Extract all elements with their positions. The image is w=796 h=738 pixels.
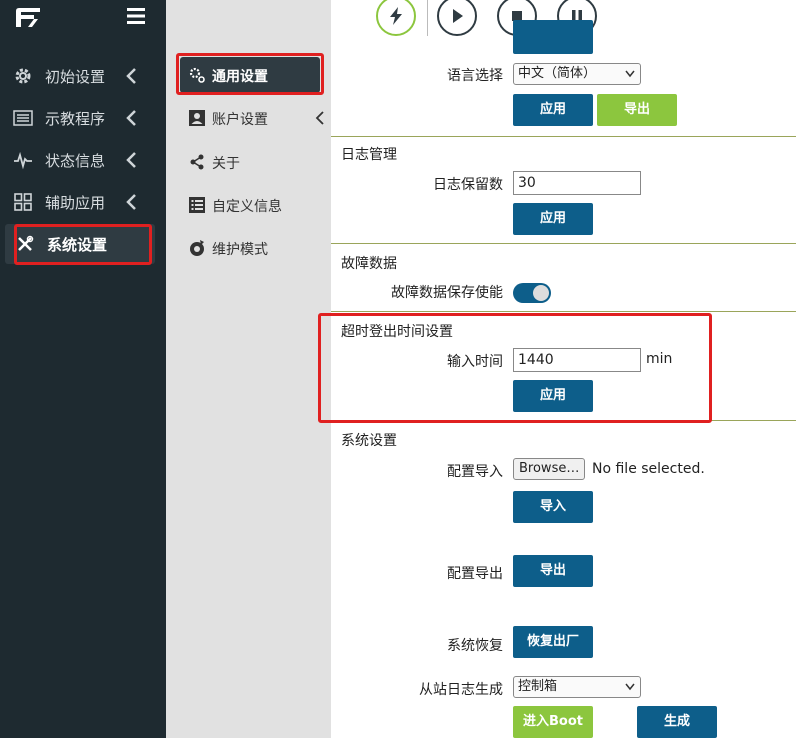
sidebar-item-label: 辅助应用 bbox=[45, 194, 106, 212]
chevron-down-icon bbox=[625, 683, 635, 691]
no-file-text: No file selected. bbox=[592, 461, 705, 477]
slave-log-selected-value: 控制箱 bbox=[518, 679, 558, 694]
subnav-item-general[interactable]: 通用设置 bbox=[180, 57, 320, 93]
divider bbox=[331, 243, 796, 244]
sidebar-item-teach-program[interactable]: 示教程序 bbox=[0, 98, 166, 138]
chevron-left-icon bbox=[126, 68, 136, 84]
language-label: 语言选择 bbox=[447, 68, 503, 84]
list-icon bbox=[13, 110, 33, 126]
chevron-left-icon bbox=[315, 111, 324, 125]
language-selected-value: 中文（简体） bbox=[518, 66, 597, 81]
language-export-button[interactable]: 导出 bbox=[597, 94, 677, 126]
generate-button[interactable]: 生成 bbox=[637, 706, 717, 738]
subnav-item-label: 通用设置 bbox=[212, 69, 268, 85]
lightning-icon bbox=[390, 7, 402, 25]
tools-icon bbox=[18, 235, 34, 251]
fault-section-title: 故障数据 bbox=[341, 256, 397, 272]
general-settings-panel: 语言选择 中文（简体） 应用 导出 日志管理 日志保留数 30 应用 故障数据 … bbox=[331, 20, 796, 738]
settings-subnav: 通用设置 账户设置 关于 自定义信息 维护模式 bbox=[166, 0, 331, 738]
factory-reset-button[interactable]: 恢复出厂 bbox=[513, 626, 593, 658]
log-apply-button[interactable]: 应用 bbox=[513, 203, 593, 235]
language-select[interactable]: 中文（简体） bbox=[513, 63, 641, 85]
subnav-item-custom-info[interactable]: 自定义信息 bbox=[180, 187, 330, 223]
log-section-title: 日志管理 bbox=[341, 147, 397, 163]
sidebar-item-label: 初始设置 bbox=[45, 68, 106, 86]
subnav-item-account[interactable]: 账户设置 bbox=[180, 100, 330, 136]
slave-log-select[interactable]: 控制箱 bbox=[513, 676, 641, 698]
enter-boot-button[interactable]: 进入Boot bbox=[513, 706, 593, 738]
fault-save-label: 故障数据保存使能 bbox=[391, 285, 503, 301]
gear-icon bbox=[15, 68, 31, 84]
toolbar-divider bbox=[427, 0, 428, 36]
config-import-button[interactable]: 导入 bbox=[513, 491, 593, 523]
subnav-item-label: 账户设置 bbox=[212, 112, 268, 128]
log-retain-input[interactable]: 30 bbox=[513, 171, 641, 195]
divider bbox=[331, 420, 796, 421]
log-retain-label: 日志保留数 bbox=[433, 177, 503, 193]
subnav-item-maintenance[interactable]: 维护模式 bbox=[180, 230, 330, 266]
subnav-item-about[interactable]: 关于 bbox=[180, 144, 330, 180]
play-icon bbox=[453, 9, 463, 23]
timeout-input-label: 输入时间 bbox=[447, 354, 503, 370]
toggle-knob bbox=[533, 285, 549, 301]
user-icon bbox=[189, 110, 205, 126]
main-sidebar: 初始设置 示教程序 状态信息 辅助应用 系统设置 bbox=[0, 0, 166, 738]
chevron-left-icon bbox=[126, 110, 136, 126]
system-restore-label: 系统恢复 bbox=[447, 638, 503, 654]
share-icon bbox=[190, 154, 204, 170]
hamburger-menu-icon[interactable] bbox=[126, 6, 146, 26]
chevron-left-icon bbox=[126, 194, 136, 210]
scrolled-button-partial[interactable] bbox=[513, 20, 593, 54]
fault-save-toggle[interactable] bbox=[513, 283, 551, 303]
maintenance-icon bbox=[190, 240, 204, 256]
subnav-item-label: 维护模式 bbox=[212, 242, 268, 258]
divider bbox=[331, 136, 796, 137]
timeout-section-title: 超时登出时间设置 bbox=[341, 324, 453, 340]
config-export-button[interactable]: 导出 bbox=[513, 555, 593, 587]
sidebar-item-status-info[interactable]: 状态信息 bbox=[0, 140, 166, 180]
browse-file-button[interactable]: Browse… bbox=[513, 458, 586, 480]
subnav-item-label: 关于 bbox=[212, 156, 240, 172]
timeout-minutes-input[interactable]: 1440 bbox=[513, 348, 641, 372]
pulse-icon bbox=[14, 151, 32, 170]
lightning-button[interactable] bbox=[376, 0, 416, 36]
gear-small-icon bbox=[189, 67, 205, 83]
language-apply-button[interactable]: 应用 bbox=[513, 94, 593, 126]
list-box-icon bbox=[189, 197, 205, 213]
timeout-unit-label: min bbox=[646, 351, 673, 367]
sidebar-item-initial-settings[interactable]: 初始设置 bbox=[0, 56, 166, 96]
divider bbox=[331, 311, 796, 312]
subnav-item-label: 自定义信息 bbox=[212, 199, 282, 215]
config-export-label: 配置导出 bbox=[447, 566, 503, 582]
chevron-left-icon bbox=[126, 152, 136, 168]
chevron-down-icon bbox=[625, 70, 635, 78]
sidebar-item-label: 示教程序 bbox=[45, 110, 106, 128]
play-button[interactable] bbox=[437, 0, 477, 36]
timeout-apply-button[interactable]: 应用 bbox=[513, 380, 593, 412]
sidebar-item-label: 状态信息 bbox=[45, 152, 106, 170]
sidebar-item-label: 系统设置 bbox=[47, 236, 108, 254]
logo-icon bbox=[16, 8, 40, 27]
grid-icon bbox=[14, 193, 32, 211]
system-section-title: 系统设置 bbox=[341, 433, 397, 449]
config-import-label: 配置导入 bbox=[447, 464, 503, 480]
sidebar-item-aux-apps[interactable]: 辅助应用 bbox=[0, 182, 166, 222]
slave-log-label: 从站日志生成 bbox=[419, 682, 503, 698]
sidebar-item-system-settings[interactable]: 系统设置 bbox=[5, 224, 155, 264]
